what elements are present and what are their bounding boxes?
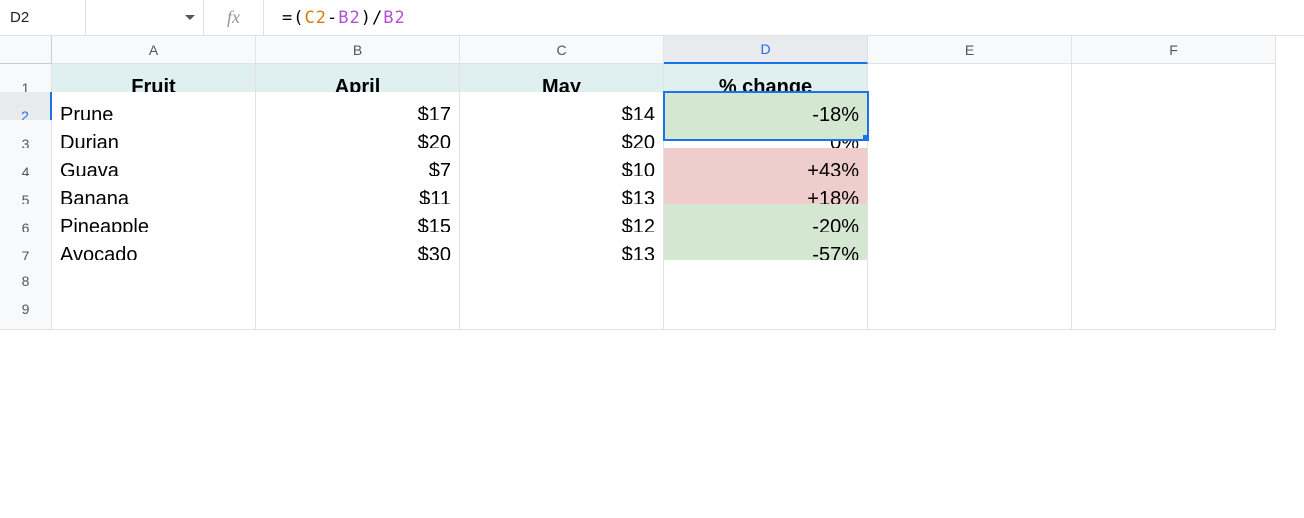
col-header-b[interactable]: B — [256, 36, 460, 64]
formula-bar: D2 fx = ( C2 - B2 ) / B2 — [0, 0, 1304, 36]
col-header-a[interactable]: A — [52, 36, 256, 64]
cell-d2-value: -18% — [812, 104, 859, 127]
spreadsheet-grid[interactable]: A B C D E F 1 Fruit April May % change 2… — [0, 36, 1304, 316]
cell-d2[interactable]: -18% — [664, 92, 868, 140]
select-all-corner[interactable] — [0, 36, 52, 64]
cell-b9[interactable] — [256, 288, 460, 330]
row-header-9[interactable]: 9 — [0, 288, 52, 330]
name-box-dropdown[interactable] — [86, 0, 204, 35]
formula-token-c2: C2 — [305, 8, 327, 28]
fx-icon: fx — [204, 0, 264, 35]
cell-e9[interactable] — [868, 288, 1072, 330]
cell-c9[interactable] — [460, 288, 664, 330]
name-box[interactable]: D2 — [0, 0, 86, 35]
formula-token-b2a: B2 — [338, 8, 360, 28]
formula-input[interactable]: = ( C2 - B2 ) / B2 — [264, 0, 1304, 35]
col-header-c[interactable]: C — [460, 36, 664, 64]
col-header-f[interactable]: F — [1072, 36, 1276, 64]
fill-handle[interactable] — [863, 135, 868, 140]
formula-token-div: / — [372, 8, 383, 28]
col-header-d[interactable]: D — [664, 36, 868, 64]
chevron-down-icon — [185, 15, 195, 20]
formula-token-b2b: B2 — [383, 8, 405, 28]
formula-token-eq: = — [282, 8, 293, 28]
cell-a9[interactable] — [52, 288, 256, 330]
formula-token-pc: ) — [361, 8, 372, 28]
formula-token-minus: - — [327, 8, 338, 28]
cell-d9[interactable] — [664, 288, 868, 330]
col-header-e[interactable]: E — [868, 36, 1072, 64]
cell-f9[interactable] — [1072, 288, 1276, 330]
formula-token-po: ( — [293, 8, 304, 28]
